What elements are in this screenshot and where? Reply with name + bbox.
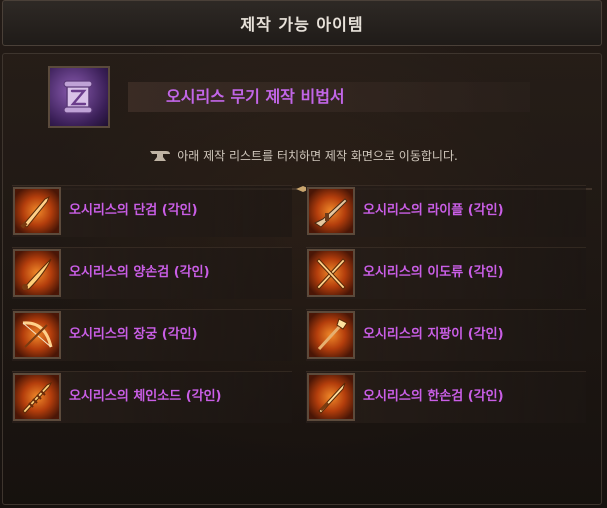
divider [14, 177, 592, 192]
craft-item-label: 오시리스의 단검 (각인) [69, 203, 198, 218]
craft-item-two-handed-sword[interactable]: 오시리스의 양손검 (각인) [12, 247, 292, 299]
one-handed-sword-icon [307, 373, 355, 421]
anvil-icon [149, 149, 171, 163]
rifle-icon [307, 187, 355, 235]
craft-item-label: 오시리스의 지팡이 (각인) [363, 327, 504, 342]
longbow-icon [13, 311, 61, 359]
craft-item-dual-blades[interactable]: 오시리스의 이도류 (각인) [306, 247, 586, 299]
two-handed-sword-icon [13, 249, 61, 297]
craft-item-label: 오시리스의 이도류 (각인) [363, 265, 504, 280]
craft-item-chain-sword[interactable]: 오시리스의 체인소드 (각인) [12, 371, 292, 423]
window-title: 제작 가능 아이템 [2, 0, 602, 46]
craft-item-label: 오시리스의 라이플 (각인) [363, 203, 504, 218]
craft-item-staff[interactable]: 오시리스의 지팡이 (각인) [306, 309, 586, 361]
crafting-window: 제작 가능 아이템 오시리스 무기 제작 비법서 아래 제작 리스트를 터치하면… [0, 0, 607, 508]
craft-item-label: 오시리스의 체인소드 (각인) [69, 389, 222, 404]
chain-sword-icon [13, 373, 61, 421]
craft-item-label: 오시리스의 양손검 (각인) [69, 265, 210, 280]
hint-text: 아래 제작 리스트를 터치하면 제작 화면으로 이동합니다. [177, 149, 458, 163]
scroll-icon [48, 66, 110, 128]
crafting-hint: 아래 제작 리스트를 터치하면 제작 화면으로 이동합니다. [0, 147, 607, 164]
craft-item-label: 오시리스의 장궁 (각인) [69, 327, 198, 342]
dual-blades-icon [307, 249, 355, 297]
recipe-name: 오시리스 무기 제작 비법서 [166, 87, 345, 106]
craft-item-dagger[interactable]: 오시리스의 단검 (각인) [12, 185, 292, 237]
staff-icon [307, 311, 355, 359]
craft-item-longbow[interactable]: 오시리스의 장궁 (각인) [12, 309, 292, 361]
dagger-icon [13, 187, 61, 235]
craft-item-label: 오시리스의 한손검 (각인) [363, 389, 504, 404]
craft-item-rifle[interactable]: 오시리스의 라이플 (각인) [306, 185, 586, 237]
craft-item-one-handed-sword[interactable]: 오시리스의 한손검 (각인) [306, 371, 586, 423]
